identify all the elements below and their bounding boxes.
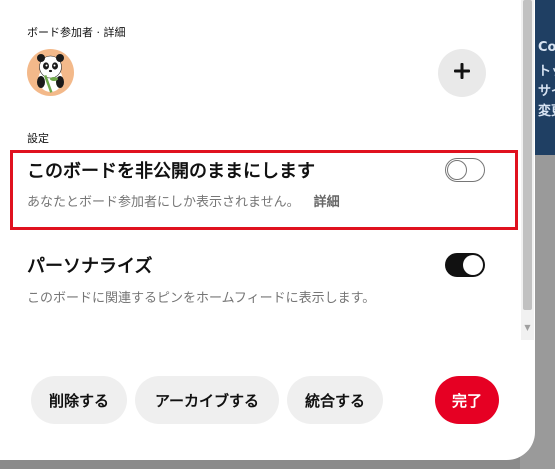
merge-button[interactable]: 統合する (287, 376, 383, 424)
secret-board-more-link[interactable]: 詳細 (314, 195, 340, 210)
plus-icon (452, 61, 472, 85)
secret-board-toggle[interactable] (445, 158, 485, 182)
background-text: 変更 (538, 104, 555, 119)
background-text: サイ (538, 84, 555, 99)
personalize-description: このボードに関連するピンをホームフィードに表示します。 (27, 291, 376, 306)
settings-heading: 設定 (27, 132, 49, 145)
secret-board-description-text: あなたとボード参加者にしか表示されません。 (27, 195, 300, 210)
scrollbar[interactable]: ▼ (521, 0, 534, 340)
scroll-down-arrow-icon[interactable]: ▼ (521, 323, 534, 333)
toggle-knob (463, 255, 483, 275)
background-text: Co (538, 40, 555, 55)
secret-board-title: このボードを非公開のままにします (27, 161, 315, 182)
collaborators-heading: ボード参加者 · 詳細 (27, 26, 126, 39)
panda-avatar-icon[interactable] (27, 49, 74, 96)
background-page: Co トッ サイ 変更 (535, 0, 555, 155)
personalize-toggle[interactable] (445, 253, 485, 277)
secret-board-description: あなたとボード参加者にしか表示されません。 詳細 (27, 191, 340, 210)
edit-board-modal: ▼ ボード参加者 · 詳細 設定 このボードを非公開のままにします あなたとボー… (0, 0, 535, 460)
done-button[interactable]: 完了 (435, 376, 499, 424)
scrollbar-thumb[interactable] (523, 0, 532, 310)
toggle-knob (447, 160, 467, 180)
delete-button[interactable]: 削除する (31, 376, 127, 424)
background-text: トッ (538, 64, 555, 79)
archive-button[interactable]: アーカイブする (135, 376, 279, 424)
personalize-title: パーソナライズ (27, 256, 153, 277)
add-collaborator-button[interactable] (438, 49, 486, 97)
